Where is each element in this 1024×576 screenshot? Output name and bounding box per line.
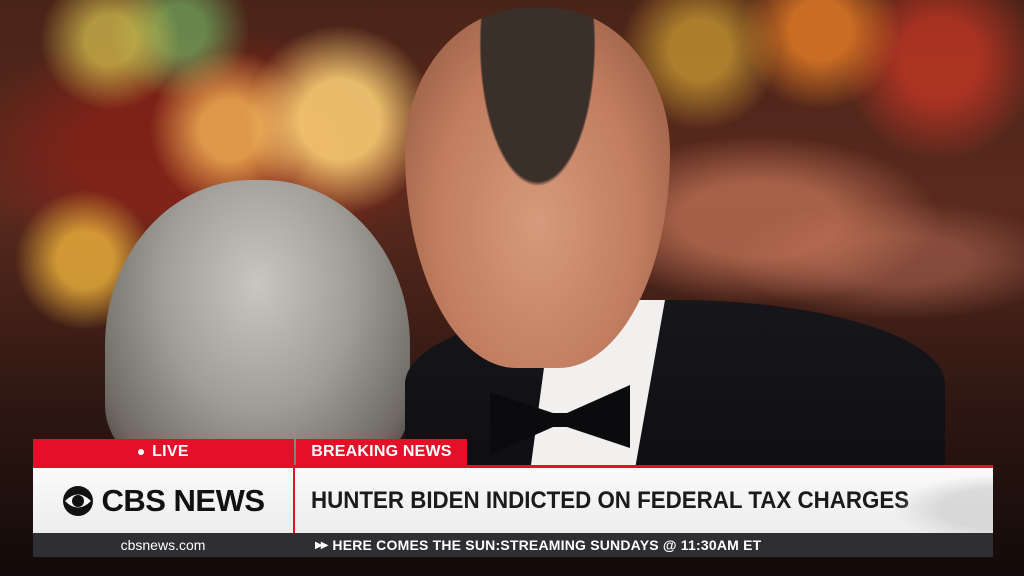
lower-third-main-bar: CBS NEWS HUNTER BIDEN INDICTED ON FEDERA… (33, 465, 993, 533)
live-badge: LIVE (33, 439, 294, 465)
headline-text: HUNTER BIDEN INDICTED ON FEDERAL TAX CHA… (311, 486, 910, 514)
network-logo-text: CBS NEWS (101, 482, 265, 518)
lower-third-label-row: LIVE BREAKING NEWS (33, 439, 467, 465)
main-subject-face (405, 8, 670, 368)
live-dot-icon (138, 449, 145, 455)
cbs-eye-icon (63, 485, 94, 516)
ticker-bar: cbsnews.com ▶▶ HERE COMES THE SUN:STREAM… (33, 533, 993, 557)
play-arrows-icon: ▶▶ (315, 539, 328, 551)
network-logo: CBS NEWS (33, 465, 293, 533)
site-url: cbsnews.com (120, 537, 206, 553)
ticker-text: HERE COMES THE SUN:STREAMING SUNDAYS @ 1… (332, 537, 762, 553)
ticker-content: ▶▶ HERE COMES THE SUN:STREAMING SUNDAYS … (293, 537, 993, 553)
live-label: LIVE (152, 443, 189, 460)
headline-block: HUNTER BIDEN INDICTED ON FEDERAL TAX CHA… (295, 465, 993, 533)
headline-swoosh-decoration (873, 468, 993, 533)
background-person (105, 180, 410, 480)
breaking-news-badge: BREAKING NEWS (296, 439, 467, 465)
breaking-news-label: BREAKING NEWS (311, 443, 452, 460)
